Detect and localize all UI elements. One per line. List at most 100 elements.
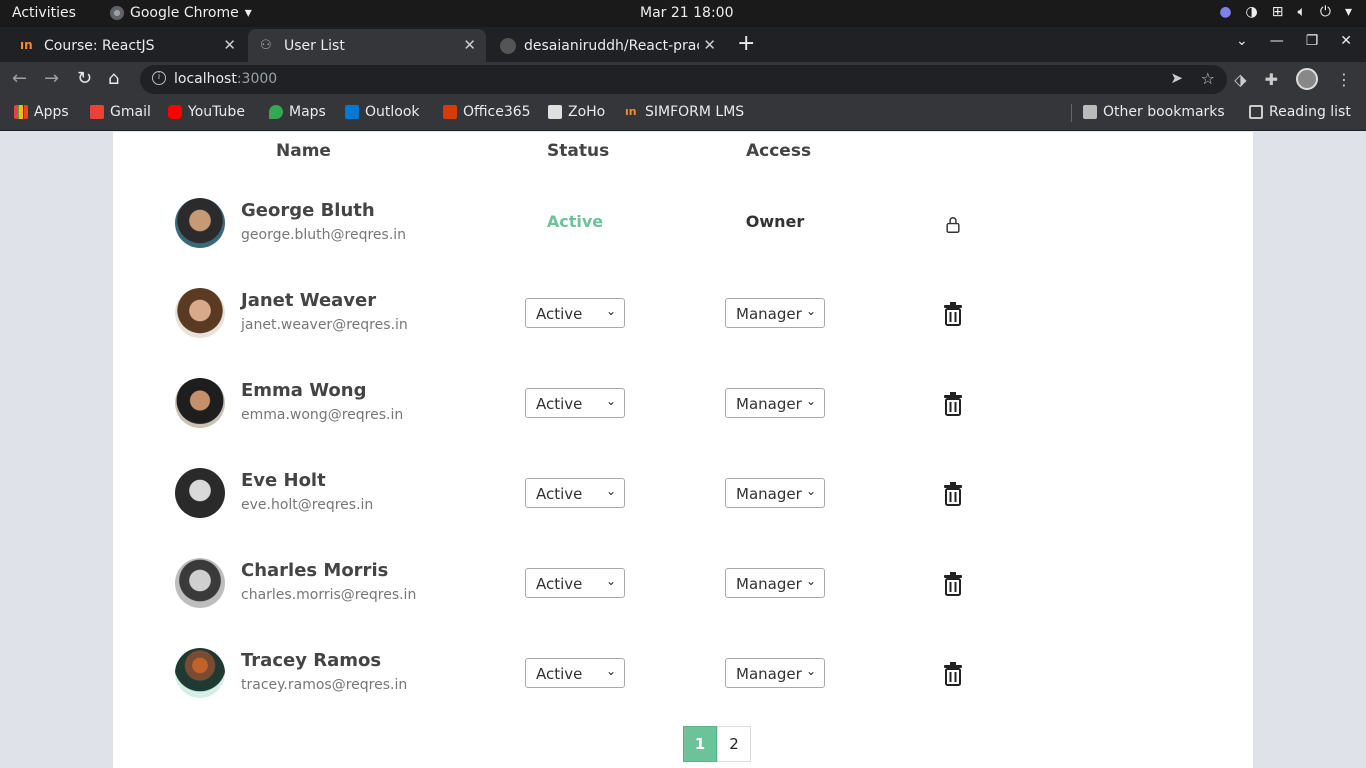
- app-menu-label: Google Chrome: [130, 5, 239, 21]
- tab-user-list[interactable]: ⚇ User List ✕: [248, 29, 486, 62]
- trash-icon[interactable]: [942, 302, 964, 326]
- page-button-1[interactable]: 1: [683, 726, 717, 762]
- bookmark-other[interactable]: Other bookmarks: [1083, 104, 1225, 120]
- access-select[interactable]: Manager ⌄: [725, 658, 825, 688]
- bookmark-simform[interactable]: ın SIMFORM LMS: [625, 104, 744, 120]
- bookmark-youtube[interactable]: YouTube: [168, 104, 245, 120]
- browser-toolbar: ← → ↻ ⌂ i localhost:3000 ➤ ☆ ⬗ ✚ ⋮: [0, 62, 1366, 96]
- user-name: Janet Weaver: [241, 290, 377, 311]
- teams-icon[interactable]: ●: [1219, 4, 1231, 20]
- user-email: charles.morris@reqres.in: [241, 587, 417, 603]
- status-select[interactable]: Active ⌄: [525, 298, 625, 328]
- bookmark-star-icon[interactable]: ☆: [1201, 69, 1215, 88]
- tab-strip: ın Course: ReactJS ✕ ⚇ User List ✕ desai…: [0, 27, 1366, 62]
- minimize-icon[interactable]: —: [1270, 33, 1284, 49]
- close-icon[interactable]: ✕: [703, 36, 716, 54]
- access-select[interactable]: Manager ⌄: [725, 298, 825, 328]
- new-tab-button[interactable]: +: [737, 31, 755, 56]
- tab-course-reactjs[interactable]: ın Course: ReactJS ✕: [8, 29, 246, 62]
- app-menu[interactable]: Google Chrome ▾: [110, 5, 252, 21]
- bookmark-gmail[interactable]: Gmail: [90, 104, 151, 120]
- avatar: [175, 648, 225, 698]
- user-list-card: Name Status Access George Bluth george.b…: [113, 132, 1253, 768]
- close-icon[interactable]: ✕: [463, 36, 476, 54]
- bookmarks-divider: [1071, 104, 1072, 122]
- window-controls: ⌄ — ❐ ✕: [1236, 33, 1352, 49]
- close-icon[interactable]: ✕: [223, 36, 236, 54]
- trash-icon[interactable]: [942, 482, 964, 506]
- access-label: Owner: [745, 212, 805, 231]
- status-select[interactable]: Active ⌄: [525, 478, 625, 508]
- outlook-icon: [345, 105, 359, 119]
- access-select[interactable]: Manager ⌄: [725, 478, 825, 508]
- close-window-icon[interactable]: ✕: [1340, 33, 1352, 49]
- send-tab-icon[interactable]: ➤: [1170, 69, 1183, 87]
- chevron-down-icon: ⌄: [805, 394, 816, 408]
- clock[interactable]: Mar 21 18:00: [640, 5, 733, 21]
- table-row: Janet Weaver janet.weaver@reqres.in Acti…: [113, 288, 1253, 378]
- extension-arrow-icon[interactable]: ⬗: [1234, 70, 1246, 89]
- home-icon[interactable]: ⌂: [108, 68, 119, 89]
- lock-icon: [946, 217, 960, 233]
- system-top-bar: Activities Google Chrome ▾ Mar 21 18:00 …: [0, 0, 1366, 27]
- chevron-down-icon: ⌄: [605, 574, 616, 588]
- status-select[interactable]: Active ⌄: [525, 568, 625, 598]
- github-icon: [500, 37, 516, 54]
- reload-icon[interactable]: ↻: [77, 68, 92, 89]
- bookmark-outlook[interactable]: Outlook: [345, 104, 420, 120]
- chevron-down-icon[interactable]: ▾: [1345, 4, 1352, 20]
- avatar: [175, 468, 225, 518]
- user-name: George Bluth: [241, 200, 375, 221]
- chevron-down-icon: ⌄: [805, 574, 816, 588]
- avatar: [175, 288, 225, 338]
- table-row: George Bluth george.bluth@reqres.in Acti…: [113, 198, 1253, 288]
- simform-icon: ın: [625, 105, 637, 118]
- bookmark-apps[interactable]: Apps: [14, 104, 69, 120]
- user-email: george.bluth@reqres.in: [241, 227, 407, 243]
- system-tray[interactable]: ● ◑ ⊞ 🔈︎ ⏻ ▾: [1219, 4, 1352, 20]
- chevron-down-icon: ⌄: [605, 484, 616, 498]
- chevron-down-icon: ⌄: [605, 664, 616, 678]
- status-select[interactable]: Active ⌄: [525, 388, 625, 418]
- user-name: Emma Wong: [241, 380, 367, 401]
- extensions-puzzle-icon[interactable]: ✚: [1265, 70, 1278, 89]
- user-email: janet.weaver@reqres.in: [241, 317, 408, 333]
- page-viewport: Name Status Access George Bluth george.b…: [0, 132, 1366, 768]
- power-icon[interactable]: ⏻: [1320, 4, 1331, 20]
- tab-title: User List: [284, 37, 345, 54]
- tab-search-icon[interactable]: ⌄: [1236, 33, 1248, 49]
- night-light-icon[interactable]: ◑: [1246, 4, 1258, 20]
- table-row: Tracey Ramos tracey.ramos@reqres.in Acti…: [113, 648, 1253, 738]
- activities-button[interactable]: Activities: [12, 5, 76, 21]
- menu-kebab-icon[interactable]: ⋮: [1336, 70, 1352, 89]
- reading-list[interactable]: Reading list: [1249, 104, 1351, 120]
- page-button-2[interactable]: 2: [717, 726, 751, 762]
- trash-icon[interactable]: [942, 662, 964, 686]
- status-select[interactable]: Active ⌄: [525, 658, 625, 688]
- youtube-icon: [168, 105, 182, 119]
- address-bar[interactable]: i localhost:3000 ➤ ☆: [140, 65, 1227, 94]
- access-select[interactable]: Manager ⌄: [725, 568, 825, 598]
- office-icon: [443, 105, 457, 119]
- profile-avatar[interactable]: [1296, 68, 1318, 90]
- tab-github[interactable]: desaianiruddh/React-prac ✕: [488, 29, 726, 62]
- tab-title: Course: ReactJS: [44, 37, 155, 54]
- site-info-icon[interactable]: i: [152, 71, 166, 85]
- network-icon[interactable]: ⊞: [1272, 4, 1284, 20]
- zoho-icon: [548, 105, 562, 119]
- back-arrow-icon[interactable]: ←: [12, 68, 27, 89]
- trash-icon[interactable]: [942, 572, 964, 596]
- access-select[interactable]: Manager ⌄: [725, 388, 825, 418]
- bookmark-maps[interactable]: Maps: [269, 104, 326, 120]
- status-label: Active: [546, 212, 604, 231]
- bookmark-zoho[interactable]: ZoHo: [548, 104, 605, 120]
- header-status: Status: [547, 141, 610, 161]
- chevron-down-icon: ⌄: [605, 304, 616, 318]
- volume-icon[interactable]: 🔈︎: [1297, 4, 1305, 20]
- trash-icon[interactable]: [942, 392, 964, 416]
- avatar: [175, 198, 225, 248]
- chevron-down-icon: ⌄: [605, 394, 616, 408]
- bookmark-office365[interactable]: Office365: [443, 104, 531, 120]
- maximize-icon[interactable]: ❐: [1306, 33, 1319, 49]
- forward-arrow-icon[interactable]: →: [44, 68, 59, 89]
